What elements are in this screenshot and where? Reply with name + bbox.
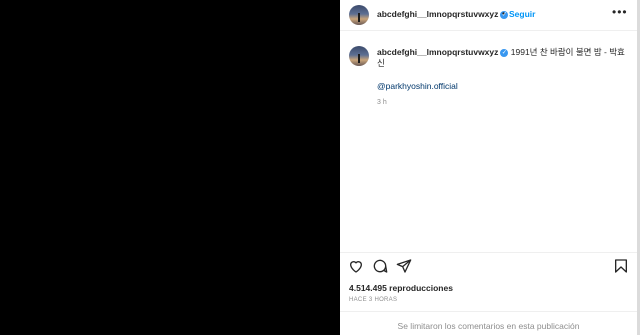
caption-username[interactable]: abcdefghi__lmnopqrstuvwxyz bbox=[377, 47, 498, 57]
video-area[interactable] bbox=[0, 0, 340, 335]
divider bbox=[340, 252, 637, 253]
post-author-username[interactable]: abcdefghi__lmnopqrstuvwxyz bbox=[377, 9, 498, 19]
caption: abcdefghi__lmnopqrstuvwxyz ✓ 1991년 찬 바람이 … bbox=[377, 47, 627, 69]
avatar[interactable] bbox=[349, 5, 369, 25]
save-icon[interactable] bbox=[613, 258, 629, 274]
divider bbox=[340, 311, 637, 312]
mention-link[interactable]: @parkhyoshin.official bbox=[377, 81, 458, 91]
separator-dot: • bbox=[502, 9, 505, 18]
verified-icon: ✓ bbox=[500, 48, 509, 57]
caption-avatar[interactable] bbox=[349, 46, 369, 66]
comments-disabled-notice: Se limitaron los comentarios en esta pub… bbox=[397, 321, 580, 331]
comment-icon[interactable] bbox=[372, 258, 388, 274]
share-icon[interactable] bbox=[396, 258, 412, 274]
time-ago: 3 h bbox=[377, 99, 387, 106]
follow-button[interactable]: Seguir bbox=[509, 9, 535, 19]
heart-icon[interactable] bbox=[348, 258, 364, 274]
post-date[interactable]: HACE 3 HORAS bbox=[349, 297, 397, 303]
more-icon[interactable]: ••• bbox=[612, 5, 628, 19]
post-author[interactable]: abcdefghi__lmnopqrstuvwxyz ✓ bbox=[377, 9, 509, 19]
view-count[interactable]: 4.514.495 reproducciones bbox=[349, 283, 453, 293]
divider bbox=[340, 30, 637, 31]
